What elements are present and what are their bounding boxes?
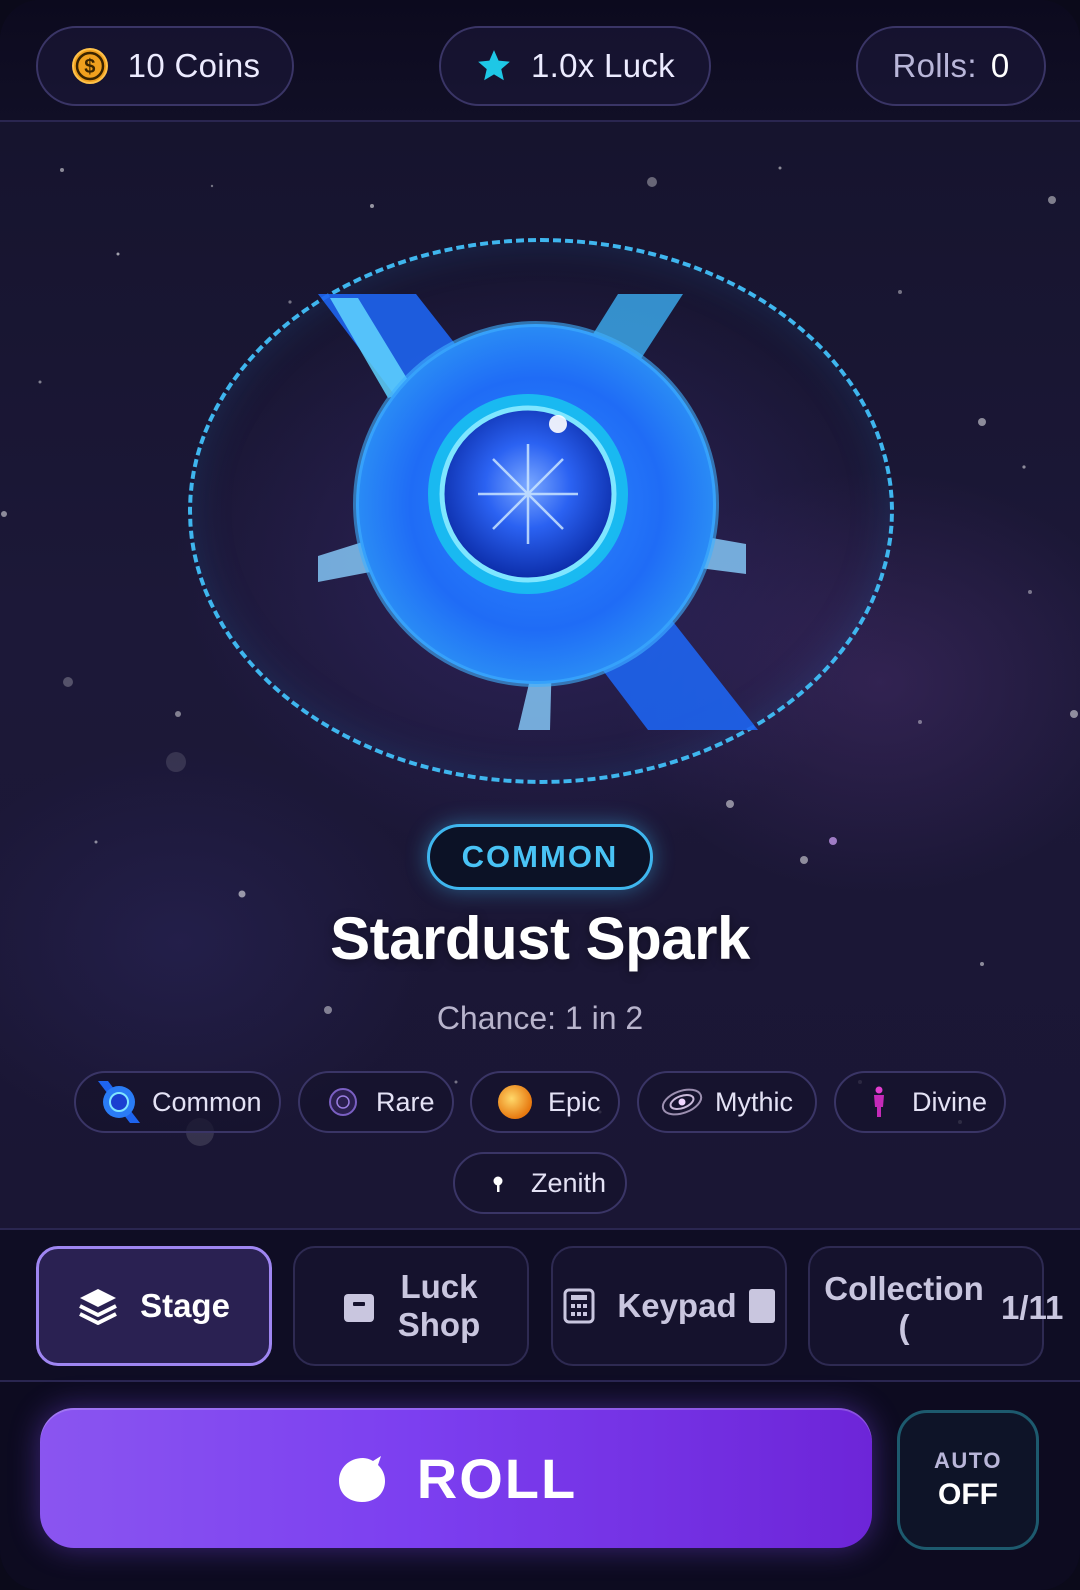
nav-collection-button[interactable]: Collection ( 1/11	[808, 1246, 1063, 1366]
tier-label: Common	[152, 1086, 262, 1117]
star-icon	[475, 47, 513, 85]
auto-state: OFF	[938, 1478, 998, 1511]
collection-count: 1/11	[1001, 1289, 1064, 1326]
luck-shop-label-line1: Luck	[400, 1268, 478, 1305]
coin-icon: $	[70, 46, 110, 86]
rolls-value: 0	[990, 47, 1010, 84]
auto-roll-toggle[interactable]: AUTO OFF	[897, 1410, 1039, 1550]
tier-label: Epic	[548, 1086, 601, 1117]
stardust-spark-artwork	[318, 294, 758, 730]
luck-label: 1.0x Luck	[531, 47, 675, 84]
pink-figure-icon	[856, 1079, 902, 1125]
coins-label: 10 Coins	[127, 47, 261, 84]
nav-luck-shop-label: Luck Shop	[398, 1268, 480, 1344]
tier-label: Rare	[376, 1086, 435, 1117]
tier-chip-divine[interactable]: Divine	[834, 1071, 1006, 1133]
rolls-counter: Rolls: 0	[856, 26, 1046, 106]
stage-area: COMMON Stardust Spark Chance: 1 in 2 Com…	[0, 122, 1080, 1228]
layers-icon	[78, 1287, 118, 1325]
auto-label: AUTO	[934, 1448, 1002, 1473]
nav-keypad-label: Keypad	[617, 1287, 737, 1324]
tier-chip-mythic[interactable]: Mythic	[637, 1071, 817, 1133]
top-bar: $ 10 Coins 1.0x Luck Rolls: 0	[0, 0, 1080, 122]
keypad-square-icon	[748, 1289, 775, 1323]
tier-chip-rare[interactable]: Rare	[298, 1071, 454, 1133]
nav-stage-button[interactable]: Stage	[36, 1246, 272, 1366]
nav-collection-label: Collection (	[819, 1270, 989, 1346]
action-bar: ROLL AUTO OFF	[0, 1382, 1080, 1590]
tier-chip-zenith[interactable]: Zenith	[453, 1152, 627, 1214]
rarity-badge: COMMON	[427, 824, 653, 890]
orange-sun-icon	[492, 1079, 538, 1125]
svg-text:$: $	[84, 56, 95, 78]
dice-icon	[335, 1452, 391, 1504]
rolls-label: Rolls:	[892, 47, 977, 84]
roll-label: ROLL	[416, 1446, 578, 1510]
chance-prefix: Chance:	[436, 1000, 556, 1036]
roll-button[interactable]: ROLL	[40, 1408, 872, 1548]
nav-keypad-button[interactable]: Keypad	[551, 1246, 787, 1366]
nav-luck-shop-button[interactable]: Luck Shop	[293, 1246, 529, 1366]
purple-orb-icon	[320, 1079, 366, 1125]
calculator-icon	[563, 1288, 595, 1324]
chance-value: 1 in 2	[564, 1000, 644, 1036]
tier-label: Divine	[912, 1086, 988, 1117]
tier-chip-epic[interactable]: Epic	[470, 1071, 620, 1133]
tier-chip-common[interactable]: Common	[74, 1071, 281, 1133]
white-spark-icon	[475, 1160, 521, 1206]
luck-multiplier: 1.0x Luck	[439, 26, 711, 106]
tier-label: Zenith	[531, 1167, 607, 1198]
luck-shop-label-line2: Shop	[397, 1306, 481, 1343]
galaxy-icon	[659, 1079, 705, 1125]
nav-stage-label: Stage	[140, 1287, 230, 1324]
collection-label-line2: (	[898, 1308, 910, 1345]
collection-label-line1: Collection	[824, 1270, 984, 1307]
shopping-bag-icon	[342, 1288, 376, 1324]
bottom-nav: Stage Luck Shop Keypad Collection (1/11	[0, 1228, 1080, 1382]
tier-label: Mythic	[715, 1086, 794, 1117]
item-chance: Chance: 1 in 2	[0, 1000, 1080, 1037]
stardust-spark-icon	[96, 1079, 142, 1125]
game-screen: $ 10 Coins 1.0x Luck Rolls: 0 COMMON Sta…	[0, 0, 1080, 1590]
item-name: Stardust Spark	[330, 905, 750, 972]
coins-counter: $ 10 Coins	[36, 26, 294, 106]
